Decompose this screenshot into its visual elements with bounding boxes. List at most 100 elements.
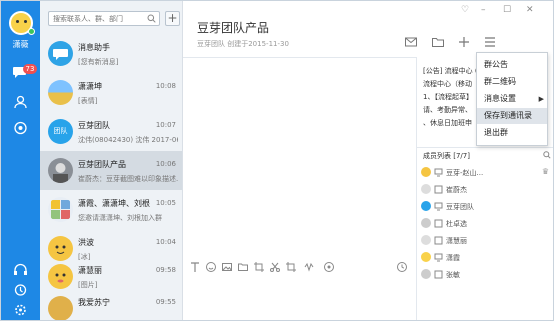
menu-item-save-to-contacts[interactable]: 保存到通讯录	[477, 108, 547, 124]
add-button[interactable]: +	[165, 11, 180, 26]
close-button[interactable]: ✕	[526, 5, 534, 15]
contact-avatar	[48, 80, 73, 105]
members-title: 成员列表 [7/7]	[423, 152, 470, 160]
menu-item-message-settings[interactable]: 消息设置 ▶	[477, 91, 547, 107]
conversation-item[interactable]: 消息助手 [您有新消息]	[40, 34, 182, 73]
crop-dropdown-icon[interactable]	[285, 261, 297, 273]
text-format-icon[interactable]	[189, 261, 201, 273]
input-toolbar	[183, 257, 416, 277]
maximize-button[interactable]: ☐	[503, 5, 511, 15]
search-icon[interactable]	[147, 14, 156, 23]
member-item[interactable]: 豆芽-赵山... ♛	[421, 165, 551, 181]
conversation-list: + 消息助手 [您有新消息] 潇潇坤 [表情] 10:08 团队 豆芽团队 沈伟…	[40, 1, 183, 320]
menu-item-leave-group[interactable]: 退出群	[477, 125, 547, 141]
member-item[interactable]: 杜卓选	[421, 216, 551, 232]
conversation-name: 我爱苏宁	[78, 298, 110, 307]
conversation-time: 10:05	[155, 199, 176, 207]
submenu-arrow-icon: ▶	[538, 95, 544, 103]
member-name: 豆芽-赵山...	[446, 169, 484, 177]
device-icon	[434, 202, 443, 211]
members-header: 成员列表 [7/7]	[417, 147, 553, 161]
folder-icon[interactable]	[237, 261, 249, 273]
chat-panel: 豆芽团队产品 豆芽团队 创建于2015-11-30	[183, 1, 416, 320]
menu-item-label: 消息设置	[484, 94, 516, 103]
contact-avatar	[48, 296, 73, 320]
conversation-item[interactable]: 潇潇坤 [表情] 10:08	[40, 73, 182, 112]
voice-icon[interactable]	[323, 261, 335, 273]
scissors-icon[interactable]	[269, 261, 281, 273]
member-avatar	[421, 167, 431, 177]
unread-badge: 73	[23, 64, 37, 74]
group-avatar	[48, 158, 73, 183]
member-avatar	[421, 184, 431, 194]
group-avatar: 团队	[48, 119, 73, 144]
message-assistant-avatar	[48, 41, 73, 66]
chat-subtitle: 豆芽团队 创建于2015-11-30	[197, 40, 289, 48]
menu-icon[interactable]	[483, 35, 497, 49]
pin-icon[interactable]: ♡	[461, 5, 469, 15]
menu-item-group-qrcode[interactable]: 群二维码	[477, 74, 547, 90]
user-name: 潇薇	[12, 40, 29, 49]
device-icon	[434, 270, 443, 279]
conversation-name: 豆芽团队产品	[78, 160, 126, 169]
device-icon	[434, 185, 443, 194]
add-member-icon[interactable]	[457, 35, 471, 49]
screenshot-icon[interactable]	[253, 261, 265, 273]
conversation-item-selected[interactable]: 豆芽团队产品 崔蔚杰：豆芽截图难以印象描述... 10:06	[40, 151, 182, 190]
member-name: 崔蔚杰	[446, 186, 467, 194]
menu-item-group-notice[interactable]: 群公告	[477, 57, 547, 73]
conversation-time: 09:58	[155, 266, 176, 274]
member-avatar	[421, 235, 431, 245]
contacts-icon[interactable]	[12, 95, 29, 109]
emoji-icon[interactable]	[205, 261, 217, 273]
online-status-icon	[28, 28, 35, 35]
member-item[interactable]: 崔蔚杰	[421, 182, 551, 198]
search-icon[interactable]	[543, 151, 551, 159]
shake-icon[interactable]	[303, 261, 315, 273]
search-input[interactable]	[49, 12, 144, 25]
folder-icon[interactable]	[431, 35, 445, 49]
member-item[interactable]: 潇霞	[421, 250, 551, 266]
conversation-name: 洪波	[78, 238, 94, 247]
member-avatar	[421, 252, 431, 262]
headset-icon[interactable]	[12, 263, 29, 277]
apps-icon[interactable]	[12, 121, 29, 135]
member-avatar	[421, 201, 431, 211]
settings-icon[interactable]	[12, 303, 29, 317]
chat-title: 豆芽团队产品	[197, 21, 270, 35]
search-box[interactable]	[48, 11, 160, 26]
member-item[interactable]: 潇慧丽	[421, 233, 551, 249]
conversation-time: 09:55	[155, 298, 176, 306]
device-icon	[434, 236, 443, 245]
member-name: 潇慧丽	[446, 237, 467, 245]
conversation-time: 10:07	[155, 121, 176, 129]
conversation-preview: 崔蔚杰：豆芽截图难以印象描述...	[78, 175, 178, 183]
history-icon[interactable]	[396, 261, 408, 273]
crown-icon: ♛	[541, 167, 549, 176]
conversation-name: 消息助手	[78, 43, 110, 52]
conversation-name: 潇霞、潇潇坤、刘根	[78, 199, 150, 208]
conversation-item[interactable]: 我爱苏宁 09:55	[40, 289, 182, 320]
member-name: 张敏	[446, 271, 460, 279]
conversation-item[interactable]: 团队 豆芽团队 沈伟(08042430) 沈伟 2017-06... 10:07	[40, 112, 182, 151]
member-avatar	[421, 269, 431, 279]
member-name: 潇霞	[446, 254, 460, 262]
conversation-preview: 您邀请潇潇坤、刘根加入群	[78, 214, 162, 222]
conversation-item[interactable]: 潇霞、潇潇坤、刘根 您邀请潇潇坤、刘根加入群 10:05	[40, 190, 182, 229]
conversation-preview: [表情]	[78, 97, 98, 105]
member-item[interactable]: 张敏	[421, 267, 551, 283]
member-name: 豆芽团队	[446, 203, 474, 211]
mail-icon[interactable]	[404, 35, 418, 49]
image-icon[interactable]	[221, 261, 233, 273]
clock-icon[interactable]	[12, 283, 29, 297]
member-item[interactable]: 豆芽团队	[421, 199, 551, 215]
conversation-preview: 沈伟(08042430) 沈伟 2017-06...	[78, 136, 178, 144]
member-name: 杜卓选	[446, 220, 467, 228]
app-window: 潇薇 73 搜索联系人、群、部门 + 消息助手 [您有新消息] 潇潇坤 [表情]…	[0, 0, 554, 321]
member-avatar	[421, 218, 431, 228]
minimize-button[interactable]: –	[481, 5, 486, 15]
conversation-name: 潇慧丽	[78, 266, 102, 275]
conversation-name: 豆芽团队	[78, 121, 110, 130]
conversation-name: 潇潇坤	[78, 82, 102, 91]
conversation-time: 10:08	[155, 82, 176, 90]
